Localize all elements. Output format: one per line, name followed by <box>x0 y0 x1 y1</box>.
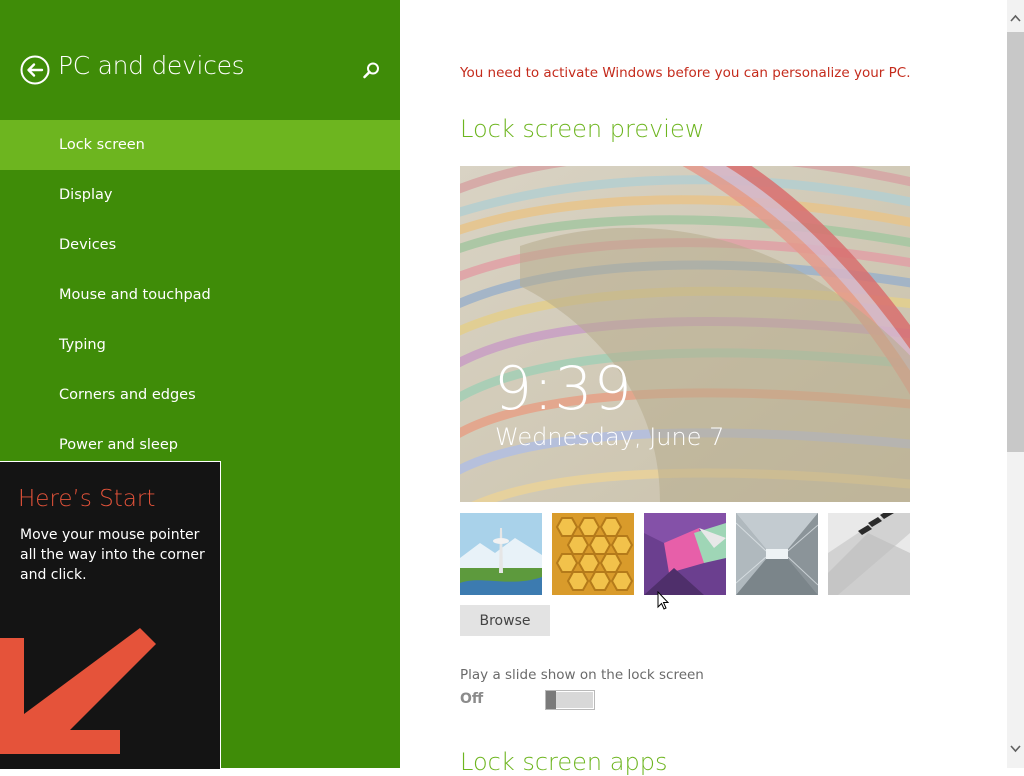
nav-item-devices[interactable]: Devices <box>0 220 400 270</box>
mouse-pointer-icon <box>657 591 670 610</box>
settings-nav: Lock screen Display Devices Mouse and to… <box>0 120 400 470</box>
search-icon <box>363 62 379 79</box>
vertical-scrollbar[interactable] <box>1007 0 1024 768</box>
scroll-down-button[interactable] <box>1007 740 1024 757</box>
nav-item-display[interactable]: Display <box>0 170 400 220</box>
preview-date: Wednesday, June 7 <box>495 423 725 451</box>
page-title: PC and devices <box>58 51 245 80</box>
main-content: You need to activate Windows before you … <box>400 0 1007 776</box>
nav-item-lock-screen[interactable]: Lock screen <box>0 120 400 170</box>
nav-item-corners-and-edges[interactable]: Corners and edges <box>0 370 400 420</box>
lock-screen-apps-title: Lock screen apps <box>460 748 668 776</box>
lock-screen-preview-title: Lock screen preview <box>460 115 705 143</box>
down-left-arrow-icon <box>0 628 156 754</box>
chevron-down-icon <box>1010 745 1021 753</box>
preview-time: 9:39 <box>494 354 633 424</box>
slideshow-toggle[interactable] <box>545 690 595 710</box>
thumbnail-honeycomb[interactable] <box>552 513 634 595</box>
nav-item-mouse-and-touchpad[interactable]: Mouse and touchpad <box>0 270 400 320</box>
sidebar: PC and devices Lock screen Display Devic… <box>0 0 400 769</box>
toggle-thumb <box>546 691 556 709</box>
thumbnail-tunnel[interactable] <box>736 513 818 595</box>
browse-button[interactable]: Browse <box>460 605 550 636</box>
nav-item-typing[interactable]: Typing <box>0 320 400 370</box>
thumbnail-geometric-shapes[interactable] <box>644 513 726 595</box>
chevron-up-icon <box>1010 14 1021 22</box>
thumbnail-space-needle[interactable] <box>460 513 542 595</box>
scroll-thumb[interactable] <box>1007 32 1024 452</box>
scroll-up-button[interactable] <box>1007 10 1024 27</box>
back-arrow-circle-icon <box>20 55 50 85</box>
lock-screen-wallpaper <box>460 166 910 502</box>
slideshow-toggle-state: Off <box>460 691 484 707</box>
start-tip-title: Here’s Start <box>18 486 156 512</box>
activation-warning: You need to activate Windows before you … <box>460 65 911 81</box>
start-tip-text: Move your mouse pointer all the way into… <box>20 527 205 583</box>
sidebar-header: PC and devices <box>0 0 400 120</box>
wallpaper-thumbnails <box>460 513 910 595</box>
lock-screen-preview: 9:39 Wednesday, June 7 <box>460 166 910 502</box>
back-button[interactable] <box>20 55 50 85</box>
thumbnail-piano-keys[interactable] <box>828 513 910 595</box>
slideshow-label: Play a slide show on the lock screen <box>460 667 704 683</box>
search-button[interactable] <box>360 60 382 82</box>
start-tip-popup: Here’s Start Move your mouse pointer all… <box>0 461 221 769</box>
